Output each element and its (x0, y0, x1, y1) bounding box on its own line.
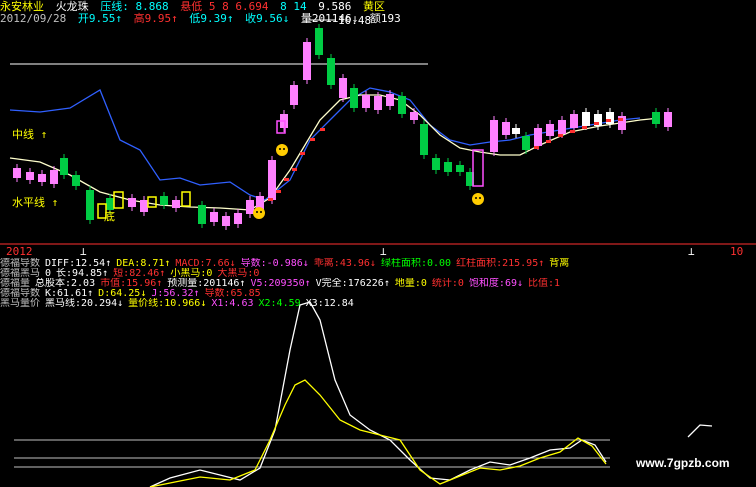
indicator-value: X3:12.84 (305, 298, 354, 309)
indicator-value: 量价线:10.966↓ (128, 298, 207, 309)
candle-body (362, 95, 370, 108)
scroll-left-icon[interactable]: ⊥ (80, 245, 87, 258)
candle-body (490, 120, 498, 152)
candle-body (38, 174, 46, 182)
candle-body (268, 160, 276, 200)
candle-body (570, 114, 578, 128)
horizontal-line-label: 水平线 ↑ (12, 196, 59, 209)
candle-body (582, 112, 590, 126)
candle-body (420, 124, 428, 155)
candle-body (339, 78, 347, 98)
candle-body (246, 200, 254, 214)
ma-blue-line (9, 87, 641, 201)
candle-body (222, 216, 230, 226)
candle-body (234, 213, 242, 224)
watermark: www.7gpzb.com (636, 456, 730, 470)
signal-dot (618, 118, 623, 121)
signal-dot (546, 140, 551, 143)
indicator-row: 黑马量价 黑马线:20.294↓ 量价线:10.966↓ X1:4.63 X2:4.59… (0, 298, 756, 311)
candle-body (432, 158, 440, 170)
signal-dot (268, 198, 273, 201)
candle-body (303, 42, 311, 80)
candle-body (210, 212, 218, 222)
candle-body (50, 170, 58, 184)
candle-body (606, 112, 614, 124)
candle-body (546, 124, 554, 136)
bottom-mark-label: 底 (104, 210, 115, 223)
price-line (9, 94, 661, 211)
smiley-icon (472, 193, 484, 205)
candle-body (26, 172, 34, 180)
candle-body (86, 190, 94, 220)
osc-white-line (149, 301, 607, 487)
candle-body (13, 168, 21, 178)
candle-body (444, 162, 452, 172)
osc-yellow-line (149, 379, 607, 487)
candle-body (327, 58, 335, 85)
indicator-value: X2:4.59 (258, 298, 301, 309)
candle-body (558, 120, 566, 134)
candle-body (128, 198, 136, 207)
signal-dot (284, 178, 289, 181)
smiley-icon (276, 144, 288, 156)
candle-body (198, 205, 206, 224)
signal-dot (292, 168, 297, 171)
signal-dot (570, 130, 575, 133)
candle-body (664, 112, 672, 127)
signal-dot (558, 134, 563, 137)
candle-body (172, 200, 180, 208)
signal-dot (320, 128, 325, 131)
signal-dot (594, 122, 599, 125)
date-axis: 2012 ⊥ ⊥ ⊥ 10 (0, 245, 756, 258)
candle-body (456, 165, 464, 172)
date-axis-right: 10 (730, 245, 744, 258)
osc-tail-line (687, 424, 713, 438)
candle-body (410, 112, 418, 120)
signal-dot (310, 138, 315, 141)
signal-dot (606, 119, 611, 122)
middle-line-label: 中线 ↑ (12, 128, 48, 141)
smiley-icon (253, 207, 265, 219)
candle-body (502, 122, 510, 135)
candle-body (160, 196, 168, 205)
date-axis-left: 2012 (6, 245, 33, 258)
candle-body (374, 96, 382, 110)
signal-dot (582, 126, 587, 129)
indicator-value: 黑马量价 (0, 298, 40, 309)
signal-box-2 (472, 149, 484, 187)
candle-body (72, 175, 80, 186)
candle-body (522, 136, 530, 150)
scroll-mid-icon[interactable]: ⊥ (380, 245, 387, 258)
signal-dot (276, 190, 281, 193)
candle-body (290, 85, 298, 105)
candle-body (512, 128, 520, 134)
signal-dot (534, 146, 539, 149)
candle-body (386, 94, 394, 106)
candle-body (398, 96, 406, 114)
candle-body (60, 158, 68, 175)
candle-body (350, 88, 358, 108)
signal-dot (300, 152, 305, 155)
indicator-value: 黑马线:20.294↓ (45, 298, 124, 309)
candle-body (534, 128, 542, 146)
candle-body (106, 198, 114, 210)
indicator-value: X1:4.63 (211, 298, 254, 309)
candle-body (652, 112, 660, 124)
scroll-right-icon[interactable]: ⊥ (688, 245, 695, 258)
high-price-label: 10.48 (338, 14, 372, 27)
candle-body (140, 200, 148, 212)
candle-body (315, 28, 323, 55)
